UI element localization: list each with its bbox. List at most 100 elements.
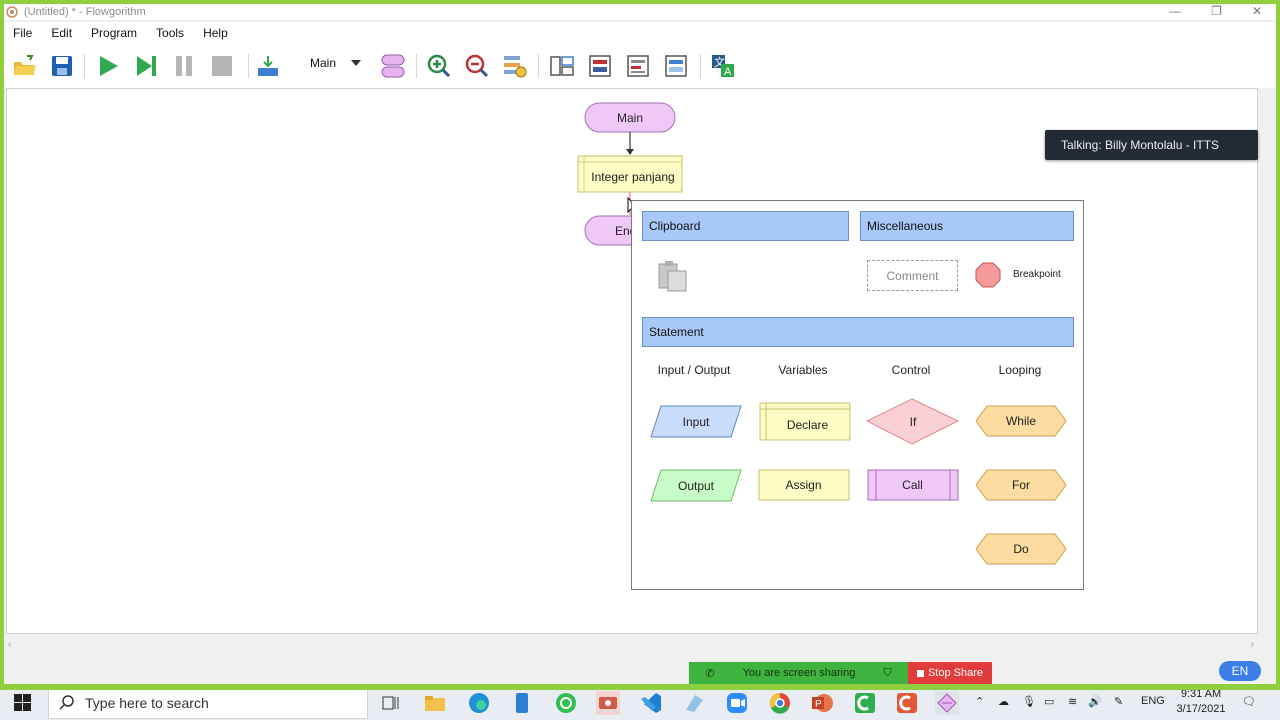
translate-icon[interactable]: 文A [710, 53, 736, 79]
search-placeholder: Type here to search [85, 695, 209, 711]
shield-icon: ⛉ [883, 666, 892, 679]
do-shape-label: Do [1013, 542, 1029, 556]
battery-icon[interactable]: ▭ [1044, 695, 1054, 708]
stop-share-button[interactable]: Stop Share [908, 662, 992, 684]
menu-program[interactable]: Program [91, 26, 137, 40]
vscode-icon[interactable] [639, 691, 663, 715]
phone-app-icon[interactable] [510, 691, 534, 715]
for-shape-label: For [1012, 478, 1030, 492]
phone-icon: ✆ [705, 667, 715, 680]
camtasia-green-icon[interactable] [853, 691, 877, 715]
menu-edit[interactable]: Edit [51, 26, 72, 40]
io-column-header: Input / Output [657, 363, 731, 377]
close-button[interactable]: ✕ [1252, 4, 1262, 18]
control-column-header: Control [891, 363, 931, 377]
title-bar: (Untitled) * - Flowgorithm — ❐ ✕ [4, 4, 1276, 20]
insert-shape-popup: Clipboard Miscellaneous Comment Breakpoi… [631, 200, 1084, 590]
input-language[interactable]: ENG [1141, 695, 1165, 707]
clipboard-header: Clipboard [642, 211, 849, 241]
minimize-button[interactable]: — [1169, 4, 1181, 18]
output-shape-label: Output [677, 479, 715, 493]
if-shape-label: If [909, 415, 917, 429]
menu-bar: File Edit Program Tools Help [4, 22, 1276, 44]
screen-share-bar: ✆ You are screen sharing ⛉ Stop Share [689, 662, 992, 684]
looping-column-header: Looping [998, 363, 1042, 377]
stop-square-icon [916, 669, 924, 677]
file-explorer-icon[interactable] [423, 691, 447, 715]
notification-icon[interactable]: 🗨 [1242, 695, 1256, 708]
menu-file[interactable]: File [13, 26, 32, 40]
menu-help[interactable]: Help [203, 26, 228, 40]
add-function-icon[interactable] [256, 53, 282, 79]
start-label: Main [616, 110, 643, 125]
comment-button[interactable]: Comment [867, 260, 958, 291]
taskbar: Type here to search P ⌃ ☁ 🎙 ▭ ≋ 🔊 ✎ ENG … [0, 684, 1280, 720]
zoom-app-icon[interactable] [725, 691, 749, 715]
stop-icon[interactable] [209, 53, 235, 79]
declare-shape-label: Declare [786, 418, 829, 432]
horizontal-scrollbar[interactable]: ‹ › [6, 638, 1258, 652]
menu-tools[interactable]: Tools [156, 26, 184, 40]
step-icon[interactable] [133, 53, 159, 79]
chevron-down-icon [350, 56, 362, 70]
chrome-icon[interactable] [768, 691, 792, 715]
volume-icon[interactable]: 🔊 [1088, 695, 1102, 708]
edge-icon[interactable] [467, 691, 491, 715]
window-title: (Untitled) * - Flowgorithm [24, 6, 146, 18]
windows-start-icon[interactable] [14, 694, 32, 717]
clock-date: 3/17/2021 [1176, 703, 1226, 715]
declare-label: Integer panjang [591, 170, 675, 184]
breakpoint-label[interactable]: Breakpoint [1013, 269, 1061, 280]
svg-text:A: A [724, 66, 732, 78]
task-view-icon[interactable] [379, 691, 403, 715]
svg-text:P: P [815, 699, 822, 710]
console-view-icon[interactable] [625, 53, 651, 79]
save-icon[interactable] [49, 53, 75, 79]
variables-column-header: Variables [778, 363, 828, 377]
assign-shape-label: Assign [785, 478, 822, 492]
taskbar-clock[interactable]: 9:31 AM 3/17/2021 [1172, 687, 1230, 717]
function-manager-icon[interactable] [380, 53, 406, 79]
run-icon[interactable] [95, 53, 121, 79]
while-shape-label: While [1005, 414, 1036, 428]
function-select-value: Main [310, 56, 337, 70]
taskbar-search[interactable]: Type here to search [48, 687, 368, 719]
snipping-tool-icon[interactable] [596, 691, 620, 715]
screen-share-message: You are screen sharing [742, 667, 856, 679]
code-view-icon[interactable] [587, 53, 613, 79]
scroll-right-icon[interactable]: › [1251, 639, 1254, 650]
talking-indicator: Talking: Billy Montolalu - ITTS [1045, 130, 1258, 160]
microphone-icon[interactable]: 🎙 [1022, 695, 1036, 708]
variable-view-icon[interactable] [663, 53, 689, 79]
show-hidden-icons[interactable]: ⌃ [975, 695, 984, 708]
scroll-left-icon[interactable]: ‹ [8, 639, 11, 650]
wifi-icon[interactable]: ≋ [1068, 695, 1077, 708]
stop-share-label: Stop Share [927, 667, 984, 679]
pen-icon[interactable]: ✎ [1114, 695, 1123, 708]
call-shape-label: Call [902, 478, 923, 492]
sketch-app-icon[interactable] [682, 691, 706, 715]
restore-button[interactable]: ❐ [1211, 4, 1222, 18]
zoom-out-icon[interactable] [464, 53, 490, 79]
layout-settings-icon[interactable] [502, 53, 528, 79]
miscellaneous-header: Miscellaneous [860, 211, 1074, 241]
screen-share-status: ✆ You are screen sharing ⛉ [689, 662, 908, 684]
breakpoint-icon[interactable] [974, 261, 1002, 294]
open-folder-icon[interactable] [12, 53, 38, 79]
app-icon [6, 6, 18, 18]
pause-icon[interactable] [171, 53, 197, 79]
flowgorithm-app-icon[interactable] [935, 691, 959, 715]
camtasia-red-icon[interactable] [895, 691, 919, 715]
paste-clipboard-icon[interactable] [656, 259, 690, 298]
language-badge[interactable]: EN [1219, 661, 1261, 681]
function-select[interactable]: Main [310, 56, 362, 70]
powerpoint-icon[interactable]: P [810, 691, 834, 715]
network-weather-icon[interactable]: ☁ [998, 695, 1009, 708]
input-shape-label: Input [682, 415, 710, 429]
statement-header: Statement [642, 317, 1074, 347]
zoom-in-icon[interactable] [426, 53, 452, 79]
chart-view-icon[interactable] [549, 53, 575, 79]
clock-time: 9:31 AM [1180, 688, 1222, 700]
search-icon [59, 694, 75, 713]
whatsapp-icon[interactable] [554, 691, 578, 715]
